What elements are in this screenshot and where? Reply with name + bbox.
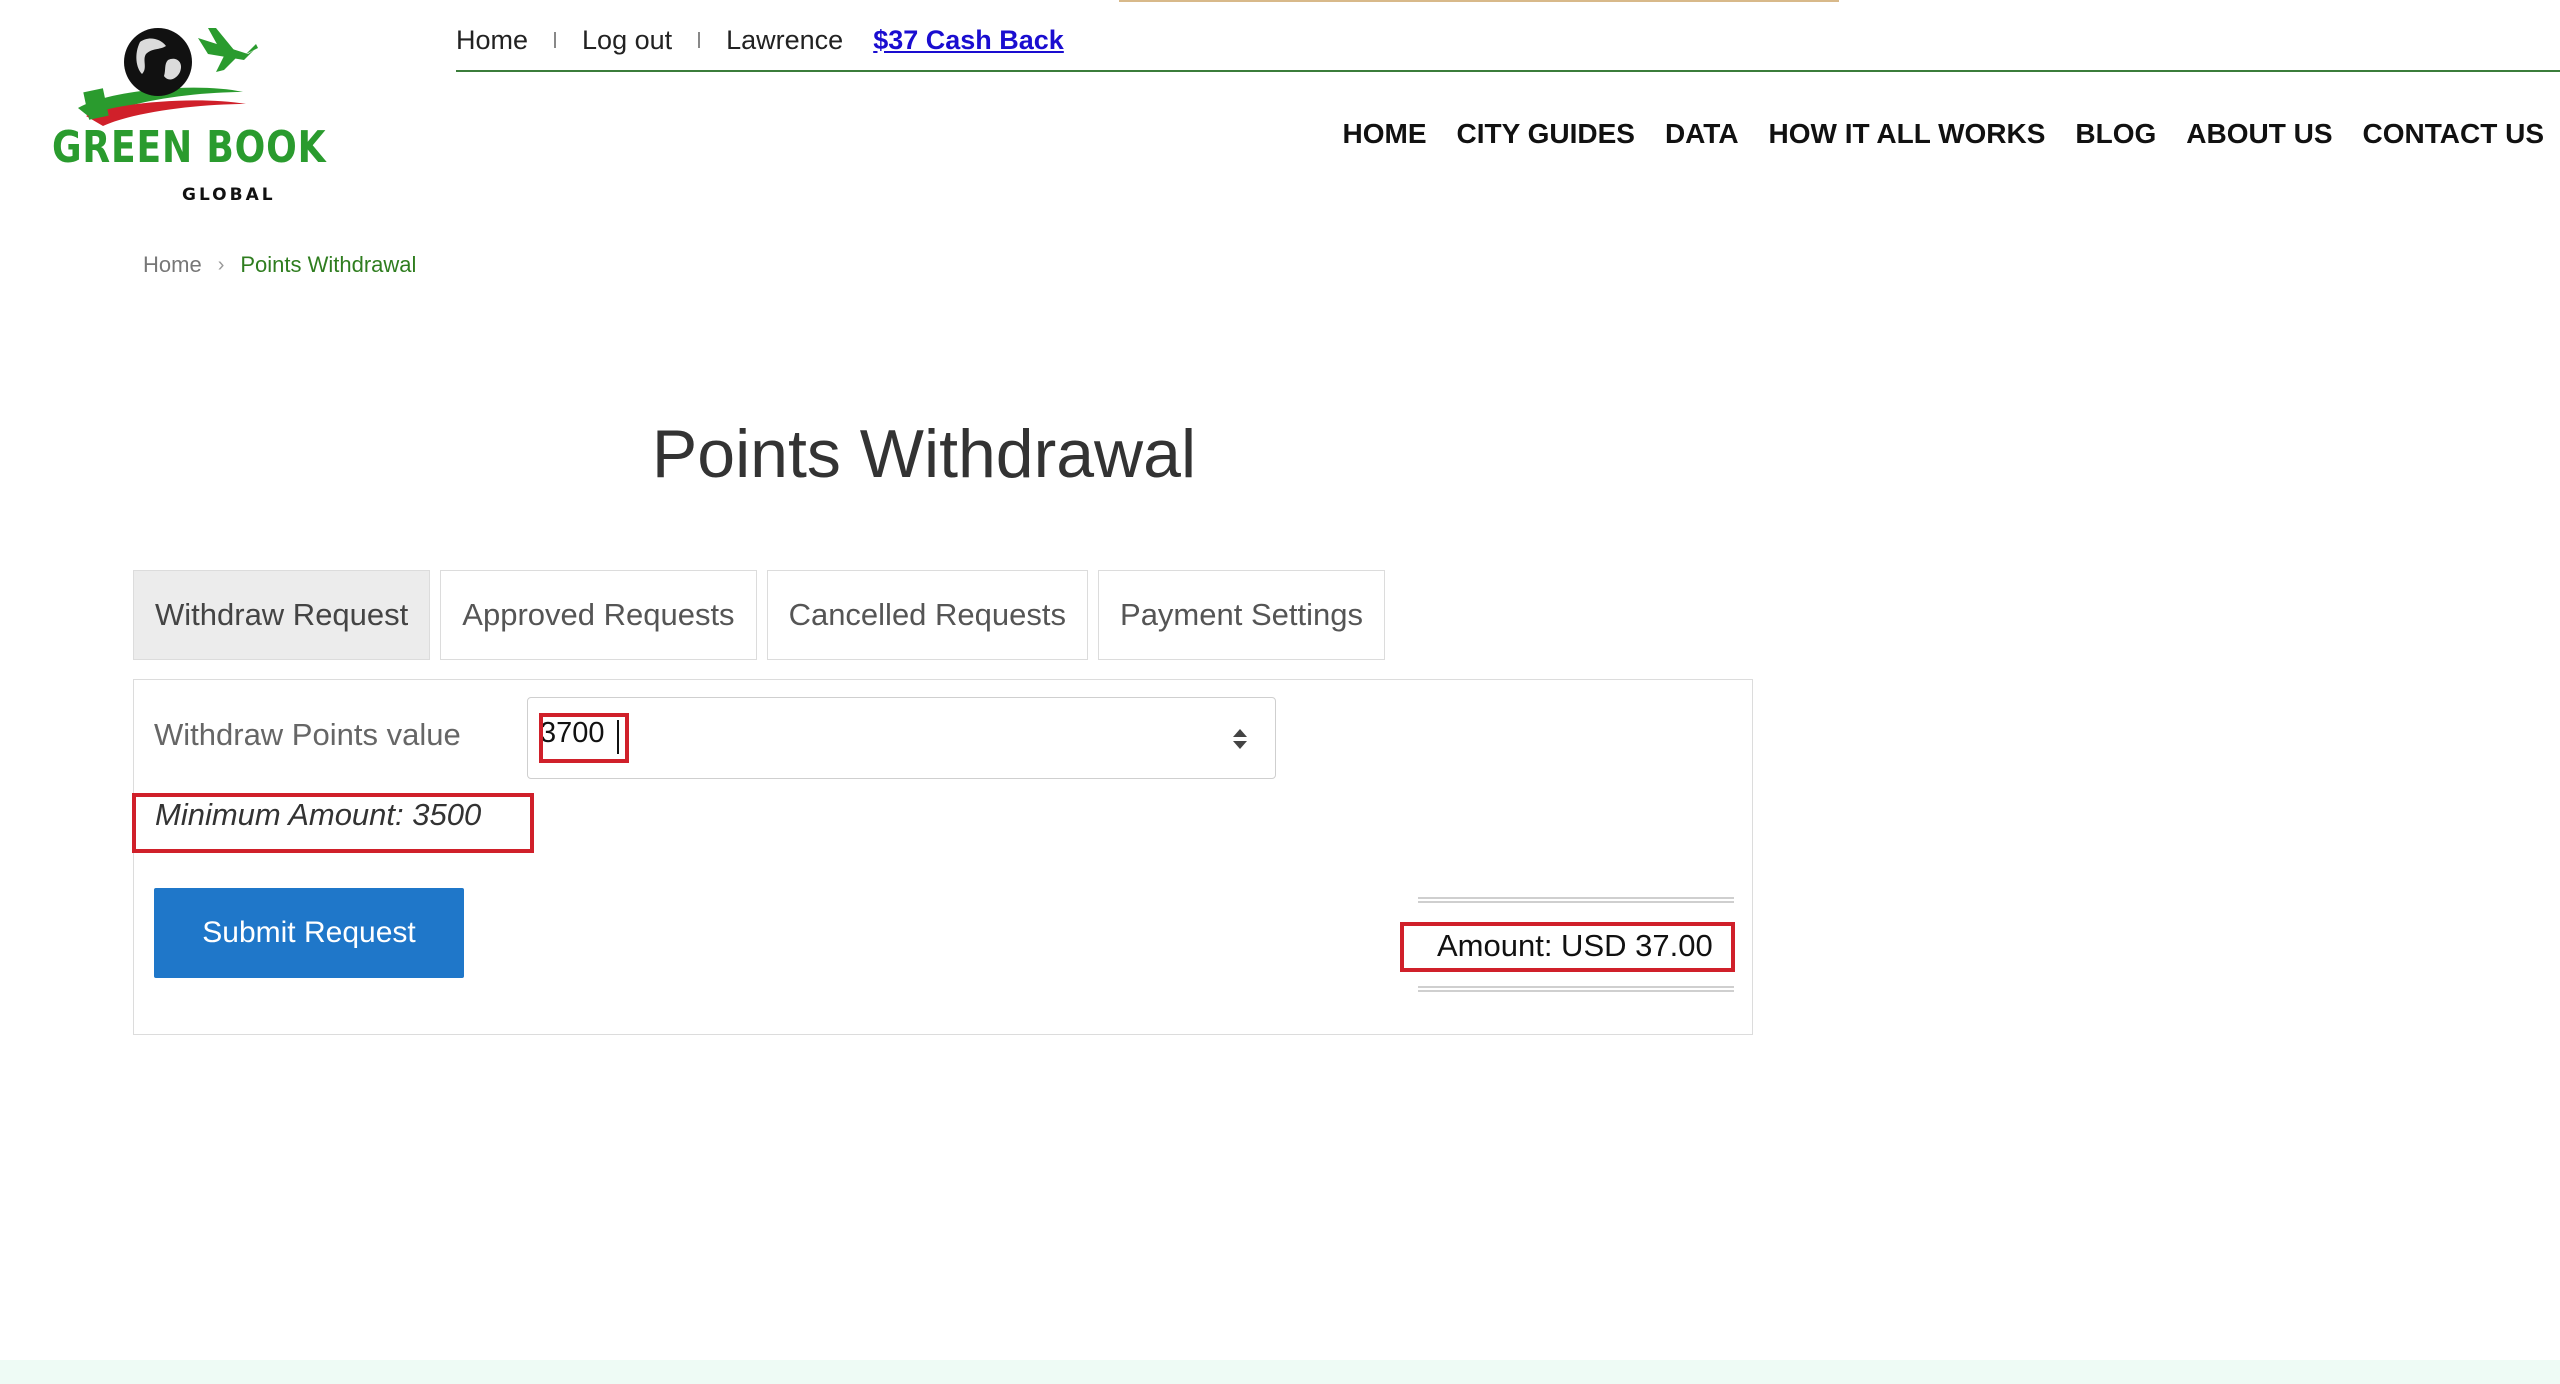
tab-approved-requests[interactable]: Approved Requests <box>440 570 757 660</box>
nav-how-it-all-works[interactable]: HOW IT ALL WORKS <box>1769 118 2046 150</box>
minimum-amount-highlight-box <box>132 793 534 853</box>
amount-top-rule <box>1418 897 1734 903</box>
nav-blog[interactable]: BLOG <box>2075 118 2156 150</box>
breadcrumb: Home › Points Withdrawal <box>143 252 416 278</box>
withdrawal-tabs: Withdraw Request Approved Requests Cance… <box>133 570 1385 660</box>
nav-city-guides[interactable]: CITY GUIDES <box>1457 118 1635 150</box>
top-accent-line <box>1119 0 1839 2</box>
tab-cancelled-requests[interactable]: Cancelled Requests <box>766 570 1089 660</box>
utility-nav: Home Log out Lawrence $37 Cash Back <box>456 20 1064 60</box>
chevron-right-icon: › <box>217 253 225 276</box>
util-home-link[interactable]: Home <box>456 25 528 56</box>
main-nav: HOME CITY GUIDES DATA HOW IT ALL WORKS B… <box>1343 118 2544 150</box>
site-logo[interactable]: GREEN BOOK GLOBAL <box>48 20 327 205</box>
logo-tagline: GLOBAL <box>182 185 276 205</box>
cashback-link[interactable]: $37 Cash Back <box>873 25 1064 56</box>
logo-wordmark: GREEN BOOK <box>52 122 327 173</box>
number-spinner[interactable] <box>1229 722 1251 756</box>
tab-payment-settings[interactable]: Payment Settings <box>1098 570 1385 660</box>
footer-strip <box>0 1360 2560 1384</box>
spinner-up-icon[interactable] <box>1233 729 1247 737</box>
breadcrumb-current: Points Withdrawal <box>240 252 417 277</box>
user-name-link[interactable]: Lawrence <box>726 25 843 56</box>
breadcrumb-home-link[interactable]: Home <box>143 252 202 278</box>
amount-bottom-rule <box>1418 986 1734 992</box>
submit-request-button[interactable]: Submit Request <box>154 888 464 978</box>
util-separator <box>698 32 701 48</box>
tab-withdraw-request[interactable]: Withdraw Request <box>133 570 431 660</box>
nav-data[interactable]: DATA <box>1665 118 1739 150</box>
page-title: Points Withdrawal <box>651 416 1197 492</box>
points-number-input[interactable]: 3700 <box>527 697 1276 779</box>
logout-link[interactable]: Log out <box>582 25 672 56</box>
utility-divider <box>456 70 2560 72</box>
util-separator <box>554 32 557 48</box>
globe-plane-logo-icon <box>78 28 258 126</box>
nav-home[interactable]: HOME <box>1343 118 1427 150</box>
nav-contact-us[interactable]: CONTACT US <box>2363 118 2544 150</box>
points-field-label: Withdraw Points value <box>154 717 461 752</box>
input-value-highlight-box <box>539 713 629 763</box>
spinner-down-icon[interactable] <box>1233 741 1247 749</box>
amount-highlight-box <box>1400 922 1735 972</box>
nav-about-us[interactable]: ABOUT US <box>2186 118 2332 150</box>
